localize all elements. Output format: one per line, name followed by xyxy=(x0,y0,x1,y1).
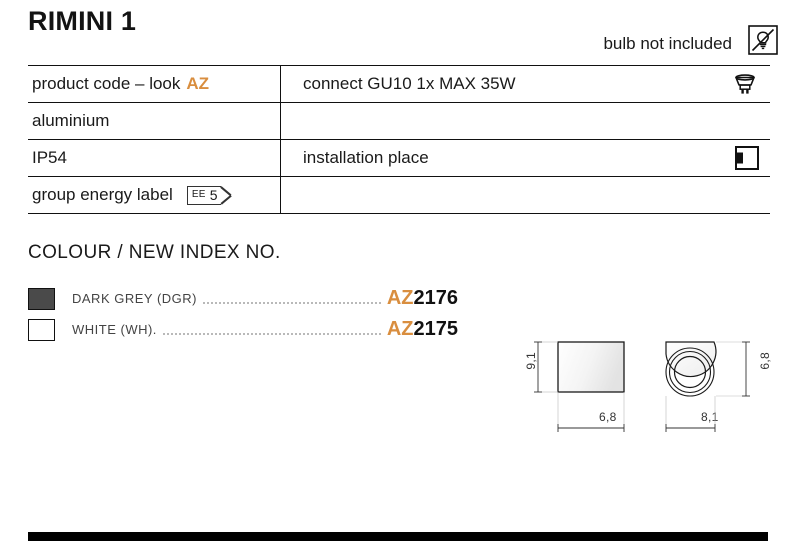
leader-dots xyxy=(162,324,381,335)
table-row: product code – look AZ connect GU10 1x M… xyxy=(28,66,770,103)
table-row: aluminium xyxy=(28,103,770,140)
list-item[interactable]: DARK GREY (DGR) AZ2176 xyxy=(28,283,458,314)
energy-badge-prefix: EE xyxy=(191,189,206,200)
product-code: AZ2175 xyxy=(387,318,458,341)
product-code-number: 2176 xyxy=(413,287,459,309)
spec-label: product code – look xyxy=(32,74,181,93)
spec-cell-connect: connect GU10 1x MAX 35W xyxy=(281,66,770,102)
colour-section-heading: COLOUR / NEW INDEX NO. xyxy=(28,242,281,263)
spec-cell-installation-place: installation place xyxy=(281,140,770,176)
product-code: AZ2176 xyxy=(387,287,458,310)
product-code-number: 2175 xyxy=(413,318,459,340)
wall-mount-icon xyxy=(728,143,762,173)
specification-table: product code – look AZ connect GU10 1x M… xyxy=(28,65,770,214)
spec-cell-energy-label: group energy label EE 5 xyxy=(28,177,281,213)
status-badge: EE 5 xyxy=(186,185,232,205)
list-item[interactable]: WHITE (WH). AZ2175 xyxy=(28,314,458,345)
footer-bar xyxy=(28,532,768,541)
az-accent-label: AZ xyxy=(186,74,210,93)
colour-swatch-white xyxy=(28,318,55,341)
bulb-not-included-label: bulb not included xyxy=(603,34,732,53)
colour-name-label: DARK GREY (DGR) xyxy=(72,291,197,306)
spec-cell-ip-rating: IP54 xyxy=(28,140,281,176)
bulb-crossed-out-icon xyxy=(748,25,778,55)
chevron-right-icon xyxy=(221,186,232,205)
technical-drawings: 9,1 6,8 6,8 8,1 xyxy=(518,330,780,445)
colour-name-label: WHITE (WH). xyxy=(72,322,157,337)
energy-badge-value: 5 xyxy=(209,187,218,203)
drawings-svg xyxy=(534,341,750,432)
spec-label: IP54 xyxy=(32,148,67,167)
gu10-lamp-icon xyxy=(728,69,762,99)
spec-label: aluminium xyxy=(32,111,110,130)
page-title: RIMINI 1 xyxy=(28,6,137,36)
spec-cell-material: aluminium xyxy=(28,103,281,139)
table-row: IP54 installation place xyxy=(28,140,770,177)
spec-label: group energy label xyxy=(32,185,173,204)
product-code-prefix: AZ xyxy=(386,318,414,340)
colour-swatch-dark-grey xyxy=(28,287,55,310)
product-code-prefix: AZ xyxy=(386,287,414,309)
spec-cell-empty xyxy=(281,177,770,213)
spec-cell-product-code: product code – look AZ xyxy=(28,66,281,102)
spec-cell-empty xyxy=(281,103,770,139)
spec-value: installation place xyxy=(303,148,429,167)
table-row: group energy label EE 5 xyxy=(28,177,770,214)
leader-dots xyxy=(203,293,381,304)
colour-list: DARK GREY (DGR) AZ2176 WHITE (WH). AZ217… xyxy=(28,283,458,345)
spec-value: connect GU10 1x MAX 35W xyxy=(303,74,516,93)
energy-badge-body: EE 5 xyxy=(186,185,221,205)
